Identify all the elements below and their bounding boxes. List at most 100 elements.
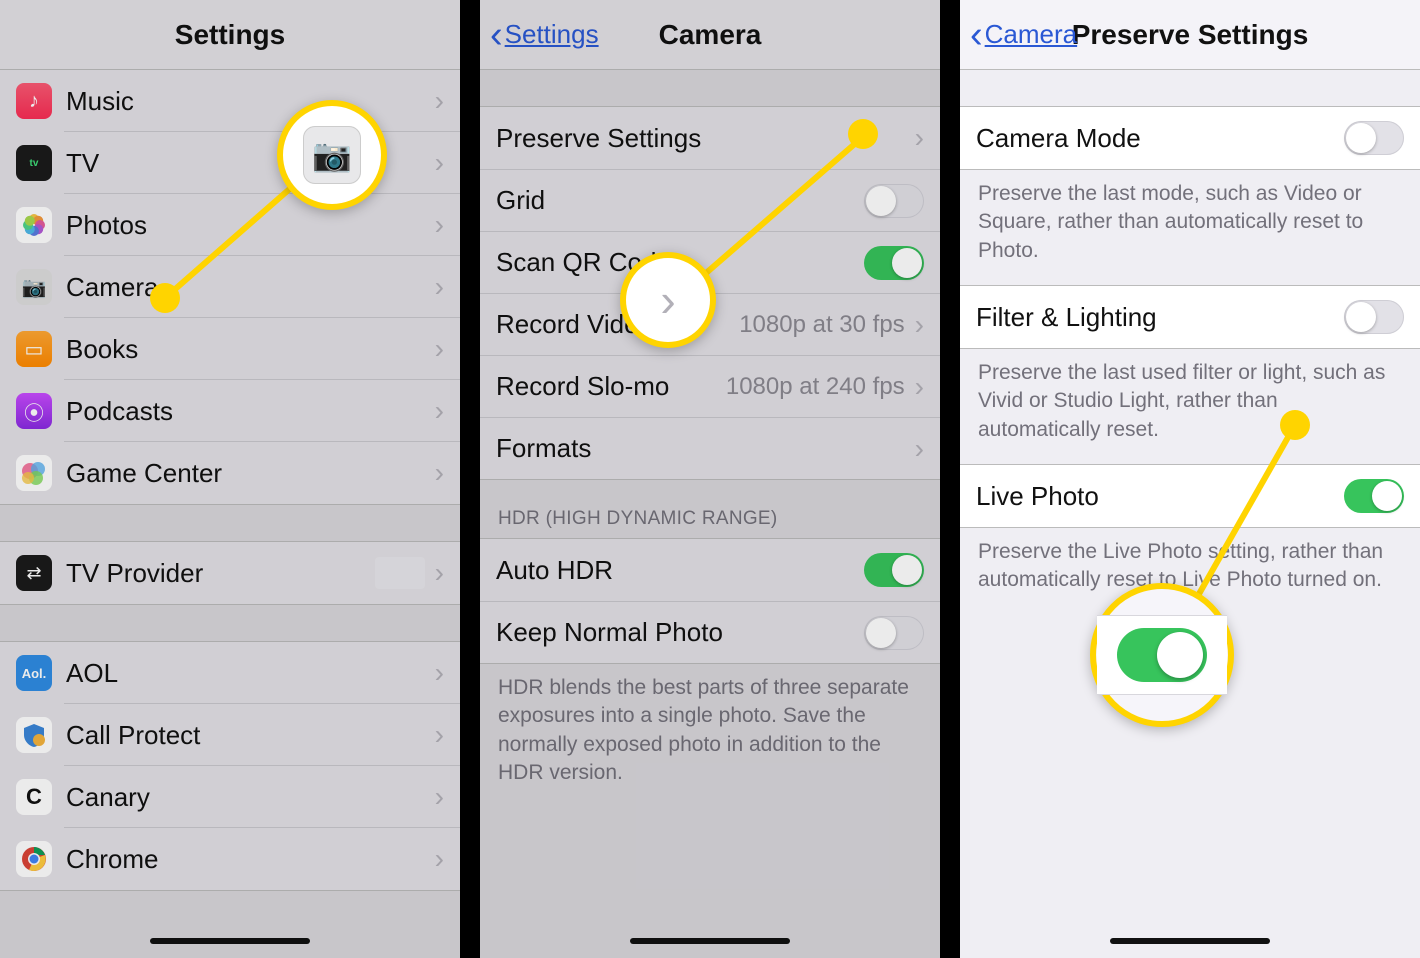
tv-icon: tv [16, 145, 52, 181]
row-grid[interactable]: Grid [480, 169, 940, 231]
chevron-right-icon: › [435, 147, 444, 179]
section-footer: Preserve the last mode, such as Video or… [960, 170, 1420, 265]
settings-row-books[interactable]: ▭ Books › [0, 318, 460, 380]
auto-hdr-toggle[interactable] [864, 553, 924, 587]
row-label: Formats [496, 433, 915, 464]
photos-icon [16, 207, 52, 243]
annotation-dot [150, 283, 180, 313]
row-value: 1080p at 30 fps [739, 311, 904, 339]
row-record-slomo[interactable]: Record Slo-mo 1080p at 240 fps › [480, 355, 940, 417]
preserve-group-cameramode: Camera Mode [960, 106, 1420, 170]
chevron-right-icon: › [435, 209, 444, 241]
preserve-settings-screen: ‹ Camera Preserve Settings Camera Mode P… [960, 0, 1420, 958]
tvprovider-logo [375, 557, 425, 589]
row-label: Chrome [66, 844, 435, 875]
row-auto-hdr[interactable]: Auto HDR [480, 539, 940, 601]
navbar: Settings [0, 0, 460, 70]
settings-row-tvprovider[interactable]: ⇄ TV Provider › [0, 542, 460, 604]
chevron-right-icon: › [435, 85, 444, 117]
annotation-callout-toggle [1090, 583, 1234, 727]
row-label: Game Center [66, 458, 435, 489]
podcasts-icon: ⦿ [16, 393, 52, 429]
settings-row-callprotect[interactable]: Call Protect › [0, 704, 460, 766]
settings-row-tv[interactable]: tv TV › [0, 132, 460, 194]
page-title: Settings [175, 19, 285, 51]
row-camera-mode[interactable]: Camera Mode [960, 107, 1420, 169]
camera-group-hdr: Auto HDR Keep Normal Photo [480, 538, 940, 664]
preserve-group-filter: Filter & Lighting [960, 285, 1420, 349]
chevron-right-icon: › [435, 781, 444, 813]
row-formats[interactable]: Formats › [480, 417, 940, 479]
canary-icon: C [16, 779, 52, 815]
settings-row-chrome[interactable]: Chrome › [0, 828, 460, 890]
gamecenter-icon [16, 455, 52, 491]
camera-icon: 📷 [16, 269, 52, 305]
preserve-group-livephoto: Live Photo [960, 464, 1420, 528]
row-filter-lighting[interactable]: Filter & Lighting [960, 286, 1420, 348]
chevron-right-icon: › [915, 122, 924, 154]
section-footer: Preserve the last used filter or light, … [960, 349, 1420, 444]
chevron-right-icon: › [435, 271, 444, 303]
settings-row-gamecenter[interactable]: Game Center › [0, 442, 460, 504]
annotation-callout-chevron: › [620, 252, 716, 348]
row-live-photo[interactable]: Live Photo [960, 465, 1420, 527]
tvprovider-icon: ⇄ [16, 555, 52, 591]
row-label: Podcasts [66, 396, 435, 427]
row-label: Canary [66, 782, 435, 813]
row-label: AOL [66, 658, 435, 689]
settings-group-thirdparty: Aol. AOL › Call Protect › C Canary › Chr… [0, 641, 460, 891]
row-label: Keep Normal Photo [496, 617, 864, 648]
chevron-right-icon: › [435, 657, 444, 689]
back-button[interactable]: ‹ Camera [970, 16, 1077, 54]
section-footer: Preserve the Live Photo setting, rather … [960, 528, 1420, 595]
camera-settings-screen: ‹ Settings Camera Preserve Settings › Gr… [480, 0, 940, 958]
navbar: ‹ Camera Preserve Settings [960, 0, 1420, 70]
filter-lighting-toggle[interactable] [1344, 300, 1404, 334]
settings-row-canary[interactable]: C Canary › [0, 766, 460, 828]
settings-row-photos[interactable]: Photos › [0, 194, 460, 256]
chevron-right-icon: › [435, 719, 444, 751]
home-indicator[interactable] [630, 938, 790, 944]
row-label: TV Provider [66, 558, 375, 589]
row-label: Record Slo-mo [496, 371, 726, 402]
chevron-right-icon: › [915, 433, 924, 465]
back-label: Camera [985, 19, 1077, 50]
books-icon: ▭ [16, 331, 52, 367]
row-keep-normal[interactable]: Keep Normal Photo [480, 601, 940, 663]
row-value: 1080p at 240 fps [726, 373, 905, 401]
chevron-right-icon: › [435, 395, 444, 427]
chevron-right-icon: › [915, 309, 924, 341]
row-label: Camera Mode [976, 123, 1344, 154]
settings-row-camera[interactable]: 📷 Camera › [0, 256, 460, 318]
settings-row-aol[interactable]: Aol. AOL › [0, 642, 460, 704]
home-indicator[interactable] [1110, 938, 1270, 944]
chevron-right-icon: › [435, 457, 444, 489]
chevron-left-icon: ‹ [490, 16, 503, 54]
settings-row-music[interactable]: ♪ Music › [0, 70, 460, 132]
row-label: Call Protect [66, 720, 435, 751]
page-title: Preserve Settings [1072, 19, 1309, 51]
section-footer: HDR blends the best parts of three separ… [480, 664, 940, 787]
annotation-dot [1280, 410, 1310, 440]
camera-mode-toggle[interactable] [1344, 121, 1404, 155]
row-label: Live Photo [976, 481, 1344, 512]
chevron-right-icon: › [435, 557, 444, 589]
scan-qr-toggle[interactable] [864, 246, 924, 280]
music-icon: ♪ [16, 83, 52, 119]
annotation-dot [848, 119, 878, 149]
keep-normal-toggle[interactable] [864, 616, 924, 650]
navbar: ‹ Settings Camera [480, 0, 940, 70]
live-photo-toggle[interactable] [1344, 479, 1404, 513]
chevron-left-icon: ‹ [970, 16, 983, 54]
aol-icon: Aol. [16, 655, 52, 691]
section-header: HDR (HIGH DYNAMIC RANGE) [480, 480, 940, 538]
settings-screen: Settings ♪ Music › tv TV › Photos › [0, 0, 460, 958]
back-label: Settings [505, 19, 599, 50]
home-indicator[interactable] [150, 938, 310, 944]
row-label: Filter & Lighting [976, 302, 1344, 333]
settings-row-podcasts[interactable]: ⦿ Podcasts › [0, 380, 460, 442]
page-title: Camera [659, 19, 762, 51]
grid-toggle[interactable] [864, 184, 924, 218]
chevron-right-icon: › [435, 333, 444, 365]
back-button[interactable]: ‹ Settings [490, 16, 599, 54]
